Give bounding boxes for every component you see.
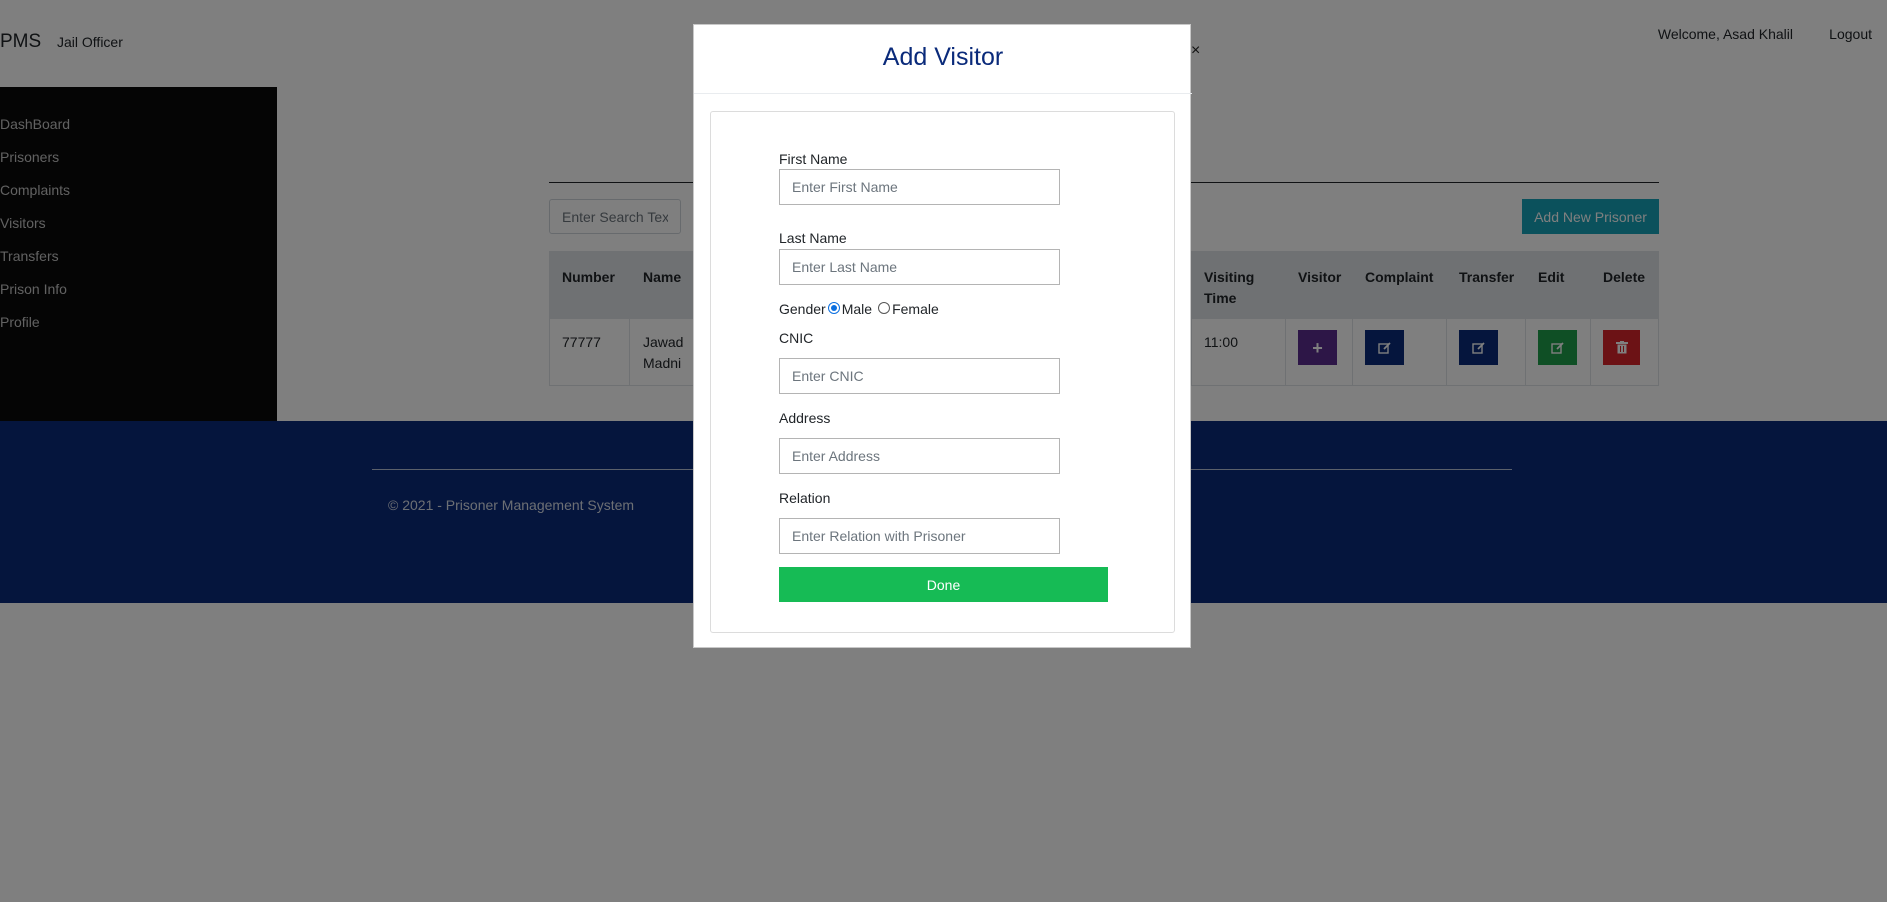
relation-input[interactable]	[779, 518, 1060, 554]
first-name-label: First Name	[779, 151, 848, 167]
cnic-input[interactable]	[779, 358, 1060, 394]
done-button[interactable]: Done	[779, 567, 1108, 602]
close-icon[interactable]: ×	[1191, 43, 1200, 59]
last-name-input[interactable]	[779, 249, 1060, 285]
first-name-input[interactable]	[779, 169, 1060, 205]
gender-male-label[interactable]: Male	[842, 301, 872, 317]
add-visitor-modal: Add Visitor First Name Last Name Gender …	[693, 24, 1192, 648]
last-name-label: Last Name	[779, 230, 847, 246]
gender-male-radio[interactable]	[827, 302, 840, 314]
relation-label: Relation	[779, 490, 831, 506]
modal-title: Add Visitor	[882, 43, 1004, 71]
address-input[interactable]	[779, 438, 1060, 474]
cnic-label: CNIC	[779, 330, 814, 346]
address-label: Address	[779, 410, 831, 426]
visitor-form: First Name Last Name Gender Male Female …	[710, 111, 1175, 633]
gender-female-radio[interactable]	[878, 302, 891, 314]
gender-label: Gender	[779, 301, 826, 317]
gender-group: Gender Male Female	[779, 301, 939, 317]
modal-header-divider	[694, 93, 1192, 94]
gender-female-label[interactable]: Female	[892, 301, 939, 317]
